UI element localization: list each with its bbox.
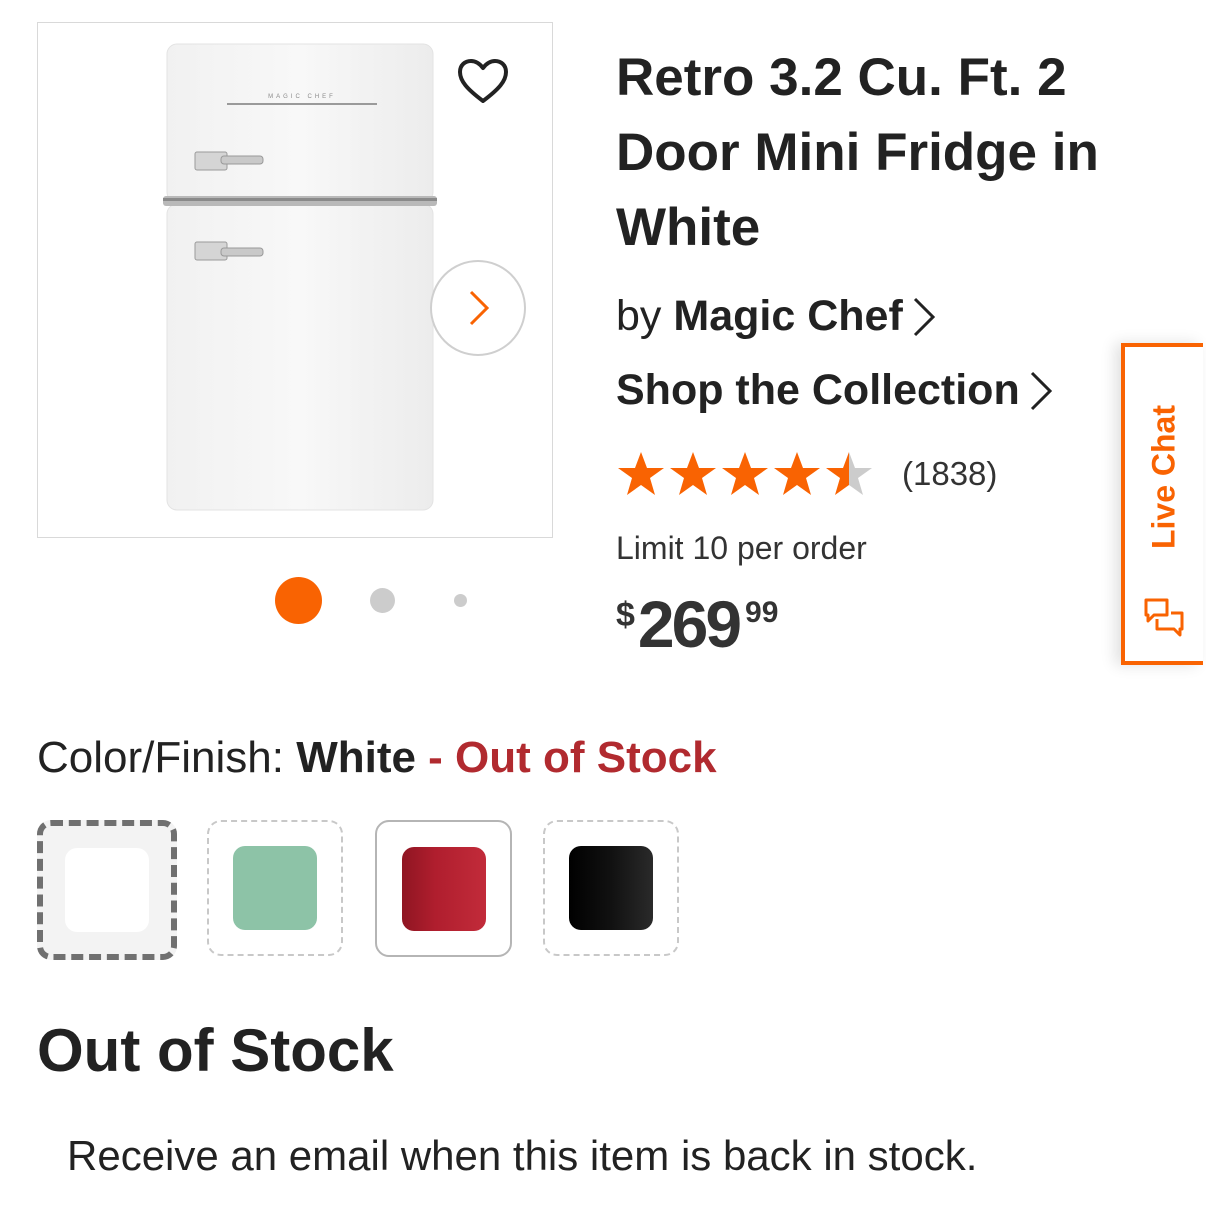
shop-collection-link[interactable]: Shop the Collection bbox=[616, 366, 1054, 415]
brand-emblem: MAGIC CHEF bbox=[268, 94, 336, 100]
chevron-right-icon bbox=[469, 290, 490, 326]
chevron-right-icon bbox=[913, 297, 935, 336]
live-chat-label: Live Chat bbox=[1145, 404, 1182, 550]
star-half-icon bbox=[826, 452, 872, 495]
swatch-chip bbox=[401, 846, 486, 931]
star-icon bbox=[774, 452, 820, 495]
swatch-chip bbox=[569, 846, 653, 930]
swatch-chip bbox=[65, 848, 149, 932]
review-count[interactable]: (1838) bbox=[902, 455, 997, 493]
product-image[interactable]: MAGIC CHEF bbox=[125, 22, 455, 522]
favorite-button[interactable] bbox=[452, 50, 514, 112]
gallery-dot-2[interactable] bbox=[370, 588, 395, 613]
chat-bubbles-icon bbox=[1144, 598, 1184, 637]
color-selected: White bbox=[296, 733, 416, 782]
swatch-white[interactable] bbox=[37, 820, 177, 960]
limit-text: Limit 10 per order bbox=[616, 530, 867, 566]
swatch-chip bbox=[233, 846, 317, 930]
brand-line: by Magic Chef bbox=[616, 292, 937, 341]
stock-heading: Out of Stock bbox=[37, 1017, 394, 1084]
email-notify-text: Receive an email when this item is back … bbox=[67, 1132, 978, 1179]
shop-collection-label: Shop the Collection bbox=[616, 366, 1020, 414]
swatch-mint[interactable] bbox=[207, 820, 343, 956]
gallery-dot-1[interactable] bbox=[275, 577, 322, 624]
price-cents: 99 bbox=[745, 596, 779, 629]
rating-stars[interactable] bbox=[616, 450, 886, 500]
next-image-button[interactable] bbox=[430, 260, 526, 356]
price-dollars: 269 bbox=[637, 587, 742, 661]
chevron-right-icon bbox=[1030, 371, 1052, 410]
swatch-red[interactable] bbox=[375, 820, 512, 957]
star-rating-icons bbox=[618, 452, 872, 495]
heart-icon bbox=[458, 59, 508, 103]
price-currency: $ bbox=[616, 596, 635, 634]
color-finish-label: Color/Finish: White - Out of Stock bbox=[37, 733, 717, 783]
swatch-black[interactable] bbox=[543, 820, 679, 956]
color-stock-status: - Out of Stock bbox=[415, 733, 717, 782]
brand-prefix: by bbox=[616, 292, 662, 340]
star-icon bbox=[618, 452, 664, 495]
live-chat-tab[interactable]: Live Chat bbox=[1121, 343, 1203, 665]
star-icon bbox=[670, 452, 716, 495]
product-title: Retro 3.2 Cu. Ft. 2 Door Mini Fridge in … bbox=[616, 48, 1099, 257]
star-icon bbox=[722, 452, 768, 495]
brand-link[interactable]: Magic Chef bbox=[673, 292, 902, 341]
price: $ 269 99 bbox=[616, 588, 778, 660]
color-label-prefix: Color/Finish: bbox=[37, 733, 297, 782]
gallery-dot-3[interactable] bbox=[454, 594, 467, 607]
